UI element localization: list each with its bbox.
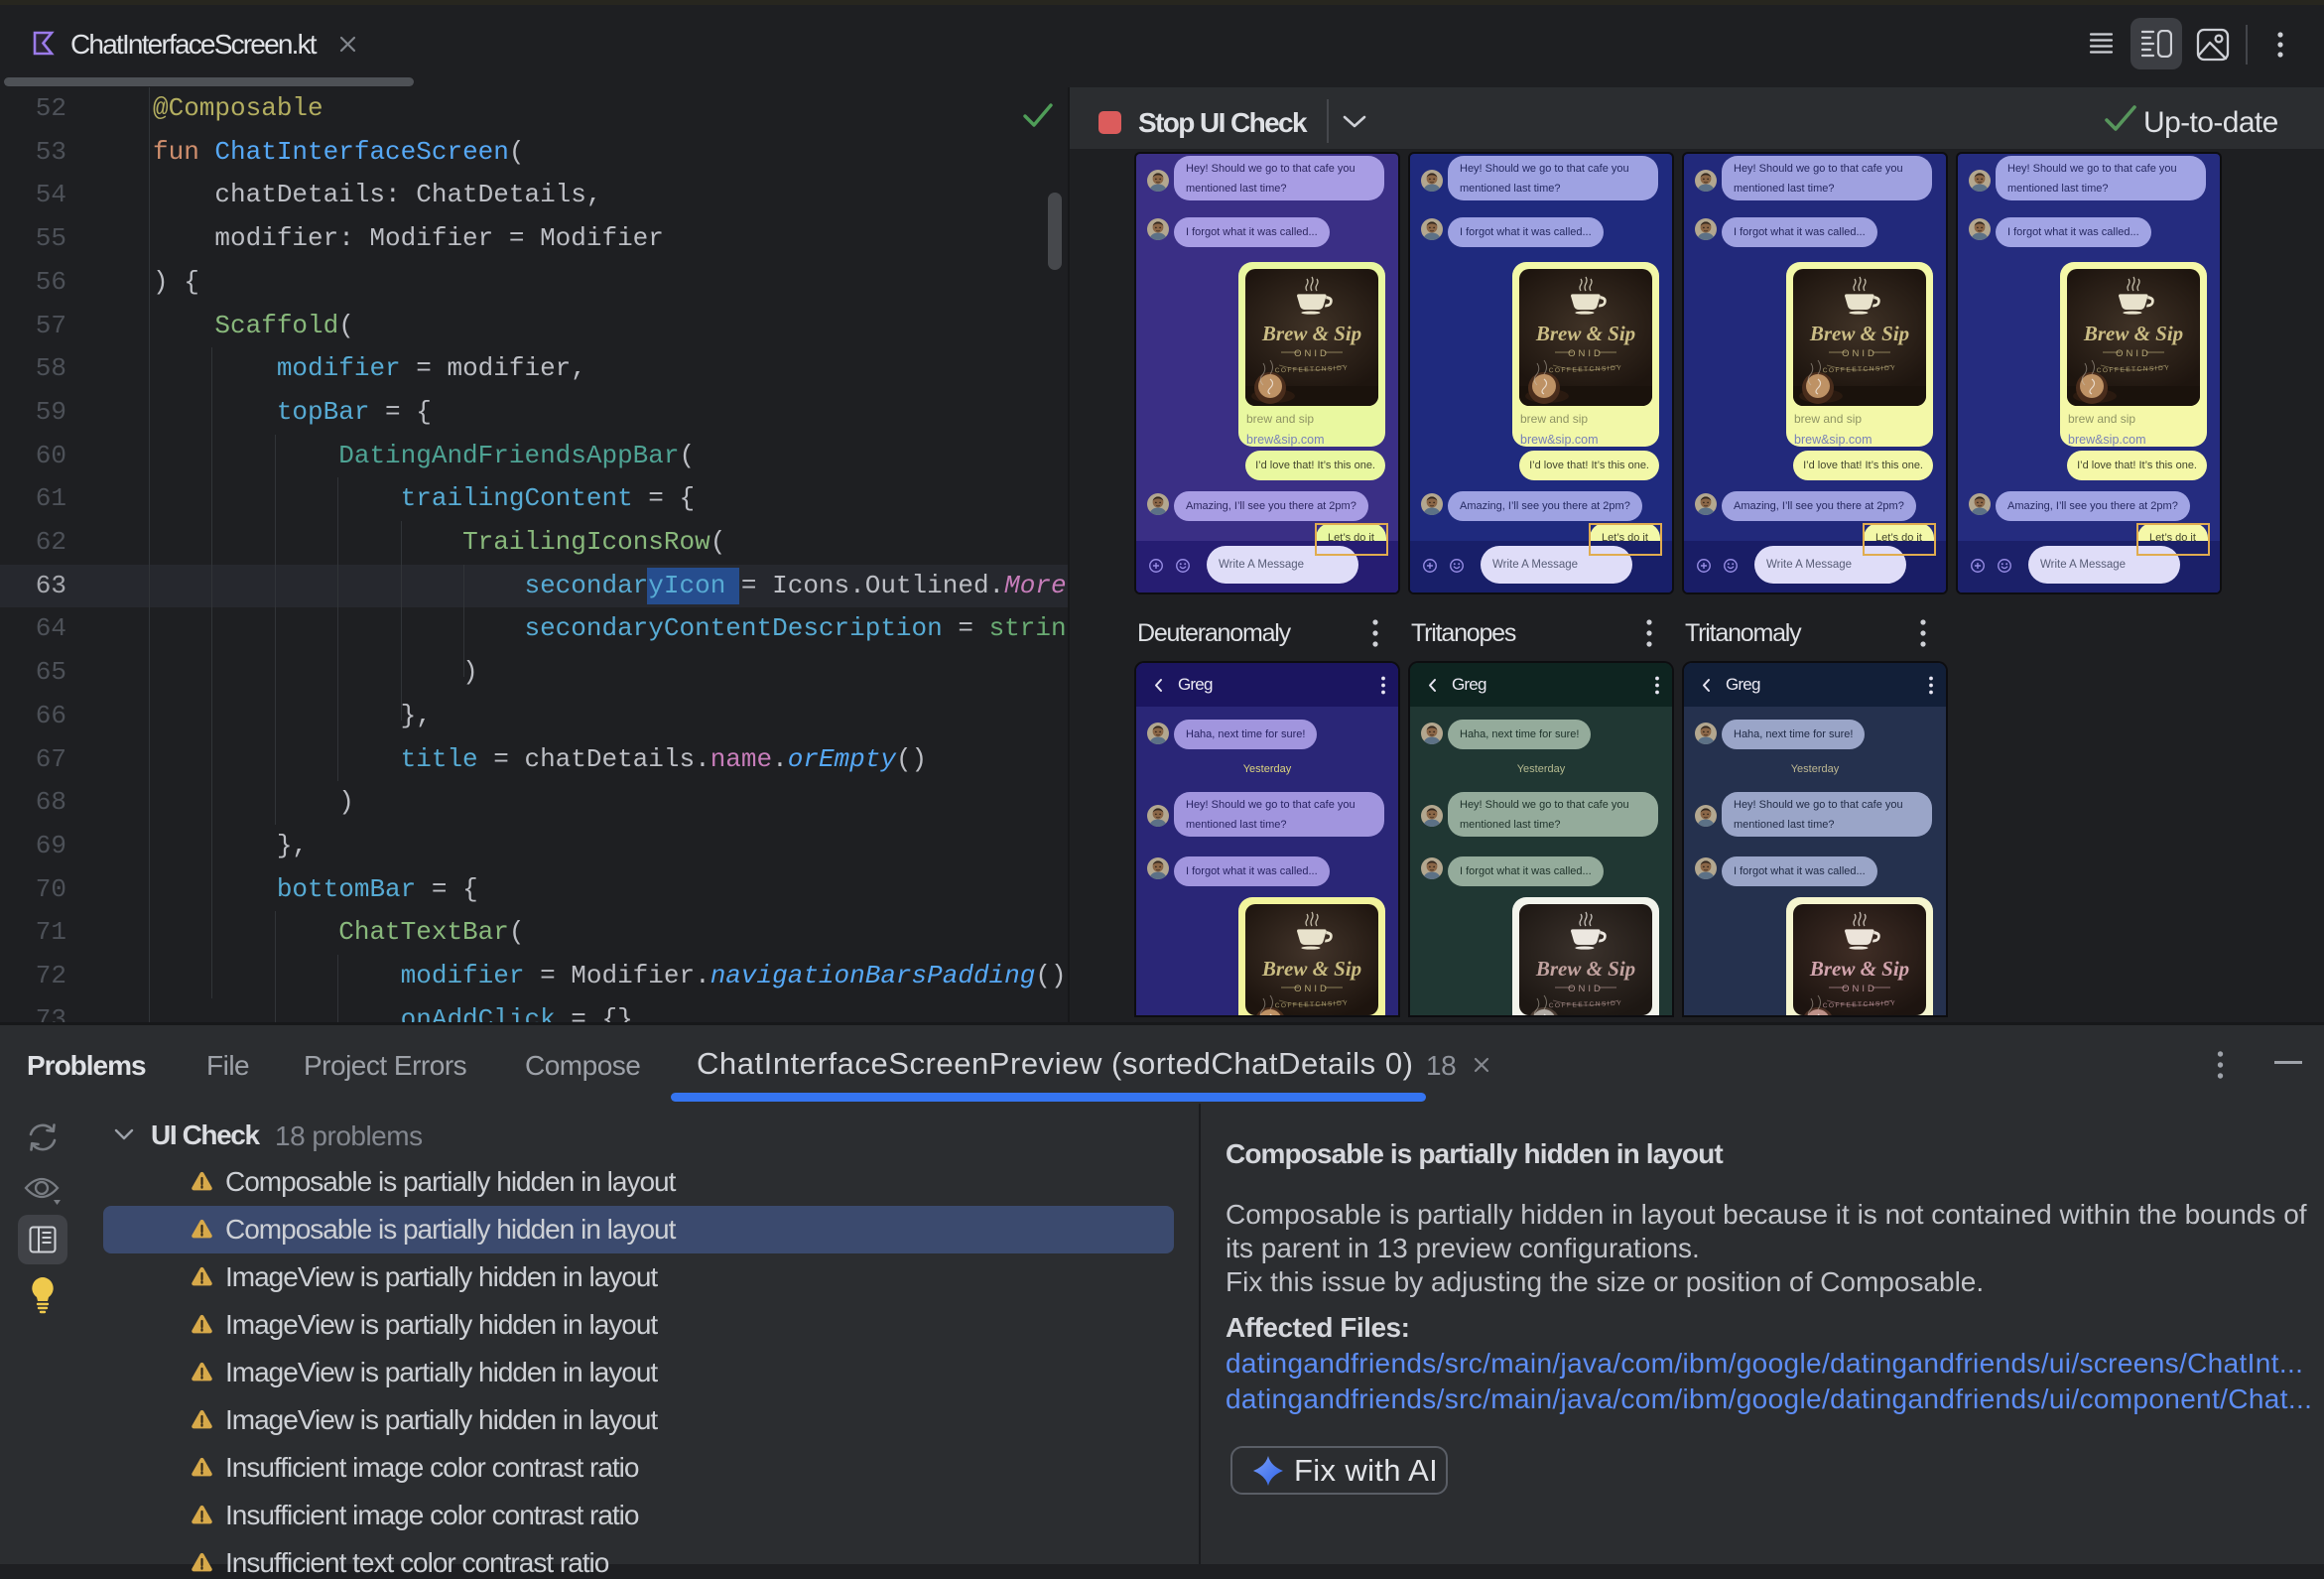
svg-text:COFFEETCNSIDY: COFFEETCNSIDY <box>1823 365 1897 375</box>
svg-text:Brew & Sip: Brew & Sip <box>1535 322 1635 345</box>
svg-text:COFFEETCNSIDY: COFFEETCNSIDY <box>1823 1000 1897 1010</box>
svg-text:COFFEETCNSIDY: COFFEETCNSIDY <box>1549 365 1623 375</box>
svg-text:ONID: ONID <box>1294 984 1330 994</box>
svg-text:Brew & Sip: Brew & Sip <box>1261 957 1361 981</box>
svg-text:Brew & Sip: Brew & Sip <box>1809 957 1909 981</box>
svg-text:ONID: ONID <box>1294 348 1330 359</box>
svg-text:COFFEETCNSIDY: COFFEETCNSIDY <box>1275 365 1350 375</box>
svg-text:COFFEETCNSIDY: COFFEETCNSIDY <box>1275 1000 1350 1010</box>
svg-text:ONID: ONID <box>1842 348 1877 359</box>
svg-text:COFFEETCNSIDY: COFFEETCNSIDY <box>1549 1000 1623 1010</box>
svg-text:Brew & Sip: Brew & Sip <box>1535 957 1635 981</box>
svg-text:ONID: ONID <box>2116 348 2151 359</box>
svg-text:Brew & Sip: Brew & Sip <box>2083 322 2183 345</box>
svg-text:ONID: ONID <box>1568 348 1604 359</box>
svg-text:ONID: ONID <box>1842 984 1877 994</box>
svg-text:ONID: ONID <box>1568 984 1604 994</box>
svg-text:Brew & Sip: Brew & Sip <box>1261 322 1361 345</box>
svg-text:Brew & Sip: Brew & Sip <box>1809 322 1909 345</box>
svg-text:COFFEETCNSIDY: COFFEETCNSIDY <box>2097 365 2171 375</box>
